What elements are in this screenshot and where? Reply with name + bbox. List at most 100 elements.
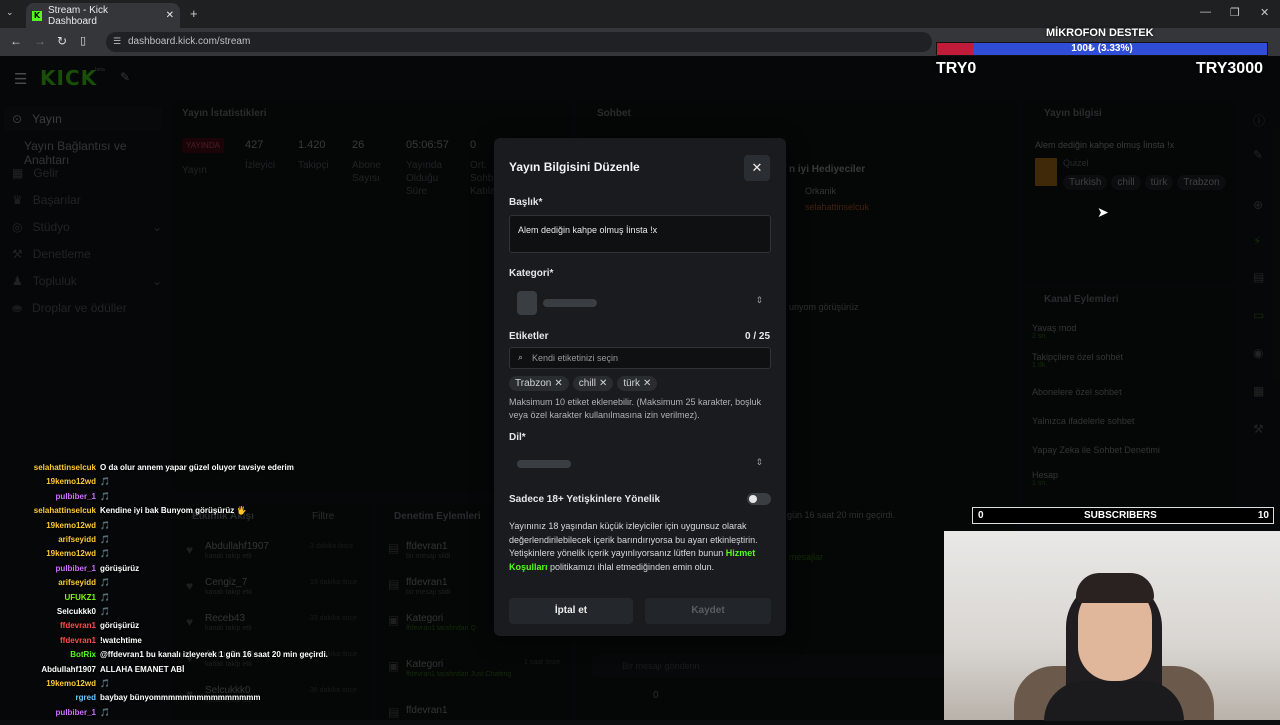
tag-chip[interactable]: chill ✕ (572, 376, 614, 391)
back-icon[interactable]: ← (10, 34, 22, 48)
new-tab-icon[interactable]: + (190, 6, 198, 21)
overlay-chat-line: arifseyidd 🎵 (0, 535, 330, 544)
chat-username: selahattinselcuk (33, 463, 96, 472)
overlay-chat-line: 19kemo12wd 🎵 (0, 679, 330, 688)
chat-message: 🎵 (100, 477, 110, 487)
language-label: Dil* (509, 432, 526, 443)
category-label: Kategori* (509, 268, 554, 279)
chat-username: UFUKZ1 (64, 592, 96, 602)
mouse-cursor-icon: ➤ (1097, 204, 1109, 220)
goal-min: TRY0 (936, 60, 977, 77)
category-text-placeholder (543, 299, 597, 307)
overlay-chat-line: selahattinselcuk O da olur annem yapar gü… (0, 463, 330, 472)
overlay-chat-line: 19kemo12wd 🎵 (0, 477, 330, 486)
chat-message: 🎵 (100, 491, 110, 501)
chat-message: 🎵 (100, 549, 110, 559)
tags-placeholder: Kendi etiketinizi seçin (532, 353, 619, 363)
chat-message: 🎵 (100, 707, 110, 717)
chat-message: 🎵 (100, 520, 110, 530)
browser-tab-active[interactable]: K Stream - Kick Dashboard ✕ (26, 3, 180, 28)
adult-toggle[interactable] (747, 493, 771, 505)
overlay-chat-line: ffdevran1 görüşürüz (0, 621, 330, 630)
tags-help: Maksimum 10 etiket eklenebilir. (Maksimu… (509, 397, 762, 420)
remove-tag-icon[interactable]: ✕ (599, 378, 607, 389)
chat-message: !watchtime (100, 635, 142, 645)
chat-message: görüşürüz (100, 563, 140, 573)
chat-username: pulbiber_1 (55, 491, 96, 501)
category-thumb-placeholder (517, 291, 537, 315)
goal-text: 100₺ (3.33%) (1071, 43, 1133, 54)
chat-message: baybay bünyommmmmmmmmmmmmmm (100, 693, 261, 703)
sidebar-toggle-icon[interactable]: ▯ (80, 34, 86, 47)
minimize-icon[interactable]: — (1200, 6, 1211, 18)
overlay-chat-line: Abdullahf1907 ALLAHA EMANET ABİ (0, 665, 330, 674)
goal-max: TRY3000 (1196, 60, 1263, 77)
overlay-chat-line: pulbiber_1 🎵 (0, 708, 330, 717)
chat-username: selahattinselcuk (33, 506, 96, 516)
toggle-knob (749, 495, 757, 503)
overlay-chat-line: 19kemo12wd 🎵 (0, 549, 330, 558)
chat-message: 🎵 (100, 535, 110, 544)
tab-title: Stream - Kick Dashboard (48, 4, 109, 27)
remove-tag-icon[interactable]: ✕ (643, 378, 651, 389)
tag-chip[interactable]: Trabzon ✕ (509, 376, 569, 391)
chat-message: 🎵 (100, 592, 110, 602)
overlay-chat-line: arifseyidd 🎵 (0, 578, 330, 587)
chat-username: BotRix (70, 650, 96, 660)
restore-icon[interactable]: ❐ (1230, 6, 1240, 19)
chat-username: Selcukkk0 (56, 607, 96, 616)
adult-label: Sadece 18+ Yetişkinlere Yönelik (509, 494, 661, 505)
select-chevron-icon: ⇕ (755, 295, 763, 305)
address-bar[interactable]: dashboard.kick.com/stream (106, 32, 932, 52)
overlay-chat-line: selahattinselcuk Kendine iyi bak Bunyom g… (0, 506, 330, 515)
overlay-chat-line: pulbiber_1 görüşürüz (0, 564, 330, 573)
webcam-feed (944, 531, 1280, 721)
chat-username: ffdevran1 (59, 635, 96, 645)
chat-username: arifseyidd (58, 535, 96, 544)
tags-input[interactable]: ⌕ Kendi etiketinizi seçin (509, 347, 771, 369)
language-text-placeholder (517, 460, 571, 468)
goal-title: MİKROFON DESTEK (1046, 27, 1154, 39)
overlay-chat-line: UFUKZ1 🎵 (0, 593, 330, 602)
webcam-shirt (1044, 681, 1184, 721)
close-icon[interactable]: ✕ (744, 155, 770, 181)
window-close-icon[interactable]: ✕ (1260, 6, 1269, 19)
chat-message: Kendine iyi bak Bunyom görüşürüz 🖐 (100, 506, 247, 516)
chat-message: O da olur annem yapar güzel oluyor tavsi… (100, 463, 294, 472)
language-select[interactable]: ⇕ (509, 451, 771, 477)
save-button[interactable]: Kaydet (645, 598, 771, 624)
chat-username: 19kemo12wd (46, 477, 96, 487)
forward-icon[interactable]: → (34, 34, 46, 48)
site-info-icon[interactable]: ☰ (113, 36, 121, 47)
tags-count: 0 / 25 (745, 331, 771, 342)
cancel-button[interactable]: İptal et (509, 598, 633, 624)
select-chevron-icon: ⇕ (755, 457, 763, 467)
reload-icon[interactable]: ↻ (57, 34, 67, 48)
tab-close-icon[interactable]: ✕ (166, 10, 174, 21)
chat-message: 🎵 (100, 578, 110, 588)
chat-username: 19kemo12wd (46, 520, 96, 530)
overlay-chat-line: rgred baybay bünyommmmmmmmmmmmmmm (0, 693, 330, 702)
webcam-hair (1076, 573, 1154, 603)
chat-message: 🎵 (100, 679, 110, 688)
chat-username: ffdevran1 (59, 621, 96, 631)
chat-message: görüşürüz (100, 621, 140, 631)
tag-chip[interactable]: türk ✕ (617, 376, 658, 391)
chat-message: 🎵 (100, 607, 110, 616)
remove-tag-icon[interactable]: ✕ (554, 378, 562, 389)
kick-favicon-icon: K (32, 10, 42, 21)
chat-message: @ffdevran1 bu kanalı izleyerek 1 gün 16 … (100, 650, 328, 660)
edit-stream-info-modal: Yayın Bilgisini Düzenle ✕ Başlık* Alem d… (494, 138, 786, 636)
chat-username: pulbiber_1 (55, 707, 96, 717)
tags-label: Etiketler (509, 331, 549, 342)
overlay-chat: selahattinselcuk O da olur annem yapar gü… (0, 460, 330, 720)
selected-tags: Trabzon ✕ chill ✕ türk ✕ (509, 375, 661, 391)
chat-message: ALLAHA EMANET ABİ (100, 664, 185, 674)
title-input[interactable]: Alem dediğin kahpe olmuş İinsta !x (509, 215, 771, 253)
category-select[interactable]: ⇕ (509, 287, 771, 319)
search-icon: ⌕ (518, 352, 524, 362)
chat-username: Abdullahf1907 (41, 664, 96, 674)
overlay-chat-line: pulbiber_1 🎵 (0, 492, 330, 501)
chat-username: pulbiber_1 (55, 563, 96, 573)
tab-search-icon[interactable]: ⌄ (6, 7, 14, 18)
